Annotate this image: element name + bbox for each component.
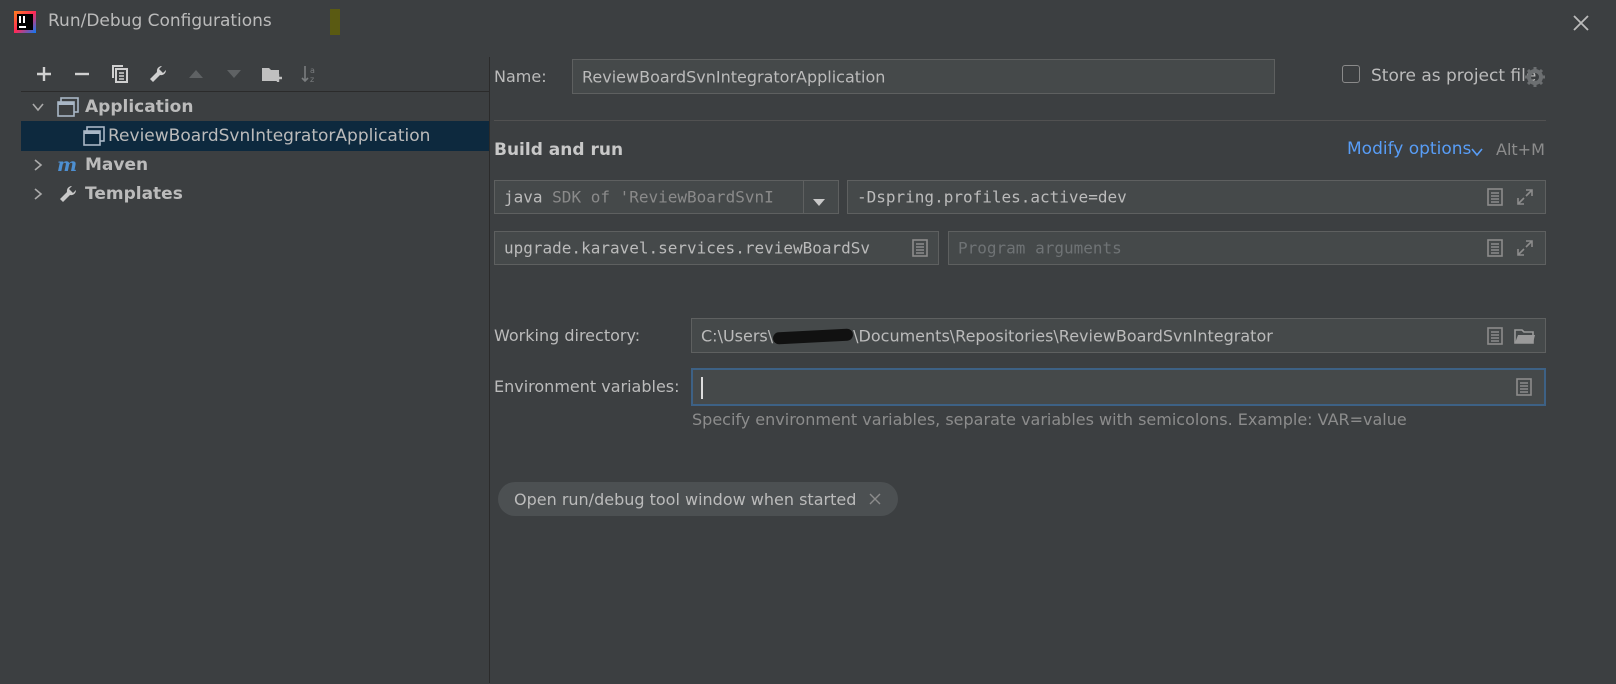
svg-text:m: m <box>57 155 77 175</box>
remove-configuration-button[interactable] <box>68 60 96 88</box>
application-config-icon <box>83 125 105 147</box>
new-folder-icon <box>262 68 282 82</box>
expand-icon[interactable] <box>1515 187 1535 207</box>
name-value: ReviewBoardSvnIntegratorApplication <box>582 67 886 86</box>
wrench-icon <box>150 65 167 82</box>
tree-item-label: Application <box>85 97 194 117</box>
redacted-scribble <box>772 328 854 345</box>
svg-text:z: z <box>310 75 314 84</box>
name-input[interactable]: ReviewBoardSvnIntegratorApplication <box>572 59 1275 94</box>
new-folder-button[interactable] <box>258 60 286 88</box>
main-class-input[interactable]: upgrade.karavel.services.reviewBoardSv <box>494 231 939 265</box>
add-configuration-button[interactable] <box>30 60 58 88</box>
arrow-up-icon <box>189 70 203 78</box>
separator <box>494 120 1546 121</box>
application-icon <box>57 96 79 118</box>
minus-icon <box>75 72 89 76</box>
configurations-tree: Application ReviewBoardSvnIntegratorAppl… <box>21 91 489 684</box>
workdir-prefix: C:\Users\ <box>701 326 774 345</box>
expand-icon[interactable] <box>1515 238 1535 258</box>
maven-icon: m <box>57 154 79 176</box>
tree-item-maven[interactable]: m Maven <box>21 150 489 180</box>
text-caret <box>701 377 703 399</box>
copy-configuration-button[interactable] <box>106 60 134 88</box>
chevron-down-icon[interactable] <box>1470 144 1484 158</box>
document-icon[interactable] <box>1485 238 1505 258</box>
modify-options-link[interactable]: Modify options <box>1347 139 1471 159</box>
title-marker <box>330 9 340 35</box>
folder-icon[interactable] <box>1513 326 1537 346</box>
window-title: Run/Debug Configurations <box>48 11 272 31</box>
gear-icon[interactable] <box>1524 66 1546 88</box>
svg-text:a: a <box>310 66 315 75</box>
jre-combobox[interactable]: java SDK of 'ReviewBoardSvnI <box>494 180 839 214</box>
move-up-button[interactable] <box>182 60 210 88</box>
intellij-logo-icon <box>14 11 36 33</box>
vm-options-input[interactable]: -Dspring.profiles.active=dev <box>847 180 1546 214</box>
chevron-down-icon[interactable] <box>29 98 47 116</box>
document-icon[interactable] <box>1485 187 1505 207</box>
tree-item-application[interactable]: Application <box>21 92 489 122</box>
configurations-toolbar: az <box>30 57 324 91</box>
working-directory-label: Working directory: <box>494 326 641 345</box>
tree-item-reviewboard-config[interactable]: ReviewBoardSvnIntegratorApplication <box>21 121 489 151</box>
move-down-button[interactable] <box>220 60 248 88</box>
main-class-value: upgrade.karavel.services.reviewBoardSv <box>504 238 871 258</box>
chevron-right-icon[interactable] <box>29 156 47 174</box>
program-arguments-input[interactable]: Program arguments <box>948 231 1546 265</box>
jre-sdk: SDK of 'ReviewBoardSvnI <box>552 187 774 207</box>
close-icon <box>1573 15 1589 31</box>
jre-java: java <box>504 187 543 207</box>
document-icon[interactable] <box>910 238 930 258</box>
edit-templates-button[interactable] <box>144 60 172 88</box>
close-icon[interactable] <box>868 492 882 506</box>
modify-options-shortcut: Alt+M <box>1496 140 1545 159</box>
sort-button[interactable]: az <box>296 60 324 88</box>
sort-alpha-icon: az <box>301 66 315 84</box>
name-label: Name: <box>494 67 547 86</box>
copy-icon <box>112 65 128 83</box>
tree-item-templates[interactable]: Templates <box>21 179 489 209</box>
close-button[interactable] <box>1566 8 1596 38</box>
wrench-icon <box>57 183 79 205</box>
chevron-right-icon[interactable] <box>29 185 47 203</box>
working-directory-input[interactable]: C:\Users\ \Documents\Repositories\ReviewB… <box>691 318 1546 353</box>
environment-variables-hint: Specify environment variables, separate … <box>692 410 1407 429</box>
tree-item-label: Templates <box>85 184 183 204</box>
vm-options-value: -Dspring.profiles.active=dev <box>857 187 1127 207</box>
chip-label: Open run/debug tool window when started <box>514 489 857 509</box>
section-title: Build and run <box>494 140 624 160</box>
open-tool-window-chip[interactable]: Open run/debug tool window when started <box>498 482 899 516</box>
program-arguments-placeholder: Program arguments <box>958 238 1122 258</box>
workdir-suffix: \Documents\Repositories\ReviewBoardSvnIn… <box>853 326 1273 345</box>
chevron-down-icon[interactable] <box>803 181 834 213</box>
arrow-down-icon <box>227 70 241 78</box>
document-icon[interactable] <box>1516 378 1534 398</box>
environment-variables-label: Environment variables: <box>494 377 680 396</box>
document-icon[interactable] <box>1485 326 1505 346</box>
store-as-project-file-label: Store as project file <box>1371 66 1537 86</box>
store-as-project-file-checkbox[interactable] <box>1342 65 1360 83</box>
tree-item-label: Maven <box>85 155 149 175</box>
tree-item-label: ReviewBoardSvnIntegratorApplication <box>108 126 431 146</box>
environment-variables-input[interactable] <box>691 368 1546 406</box>
plus-icon <box>37 67 51 81</box>
